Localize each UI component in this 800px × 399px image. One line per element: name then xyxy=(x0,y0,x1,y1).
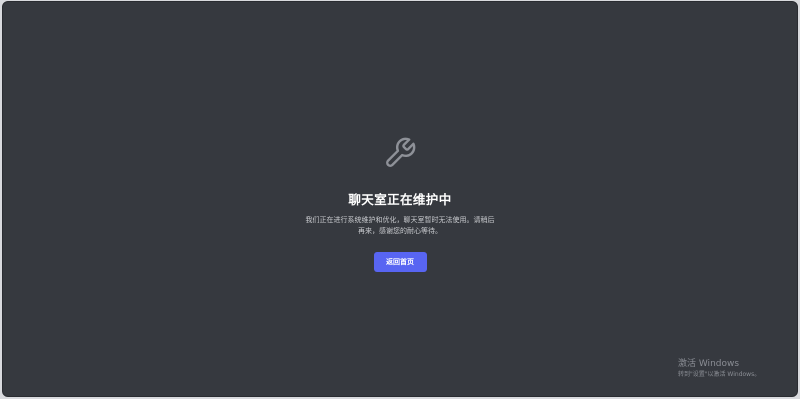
windows-activation-watermark: 激活 Windows 转到"设置"以激活 Windows。 xyxy=(678,358,760,379)
maintenance-panel: 聊天室正在维护中 我们正在进行系统维护和优化，聊天室暂时无法使用。请稍后再来，感… xyxy=(3,136,797,272)
maintenance-description: 我们正在进行系统维护和优化，聊天室暂时无法使用。请稍后再来，感谢您的耐心等待。 xyxy=(305,216,495,235)
activation-title: 激活 Windows xyxy=(678,359,740,369)
back-home-button[interactable]: 返回首页 xyxy=(373,252,427,272)
activation-subtitle: 转到"设置"以激活 Windows。 xyxy=(678,371,761,378)
maintenance-window: 聊天室正在维护中 我们正在进行系统维护和优化，聊天室暂时无法使用。请稍后再来，感… xyxy=(2,1,798,397)
maintenance-title: 聊天室正在维护中 xyxy=(348,192,452,207)
wrench-icon xyxy=(386,137,416,167)
